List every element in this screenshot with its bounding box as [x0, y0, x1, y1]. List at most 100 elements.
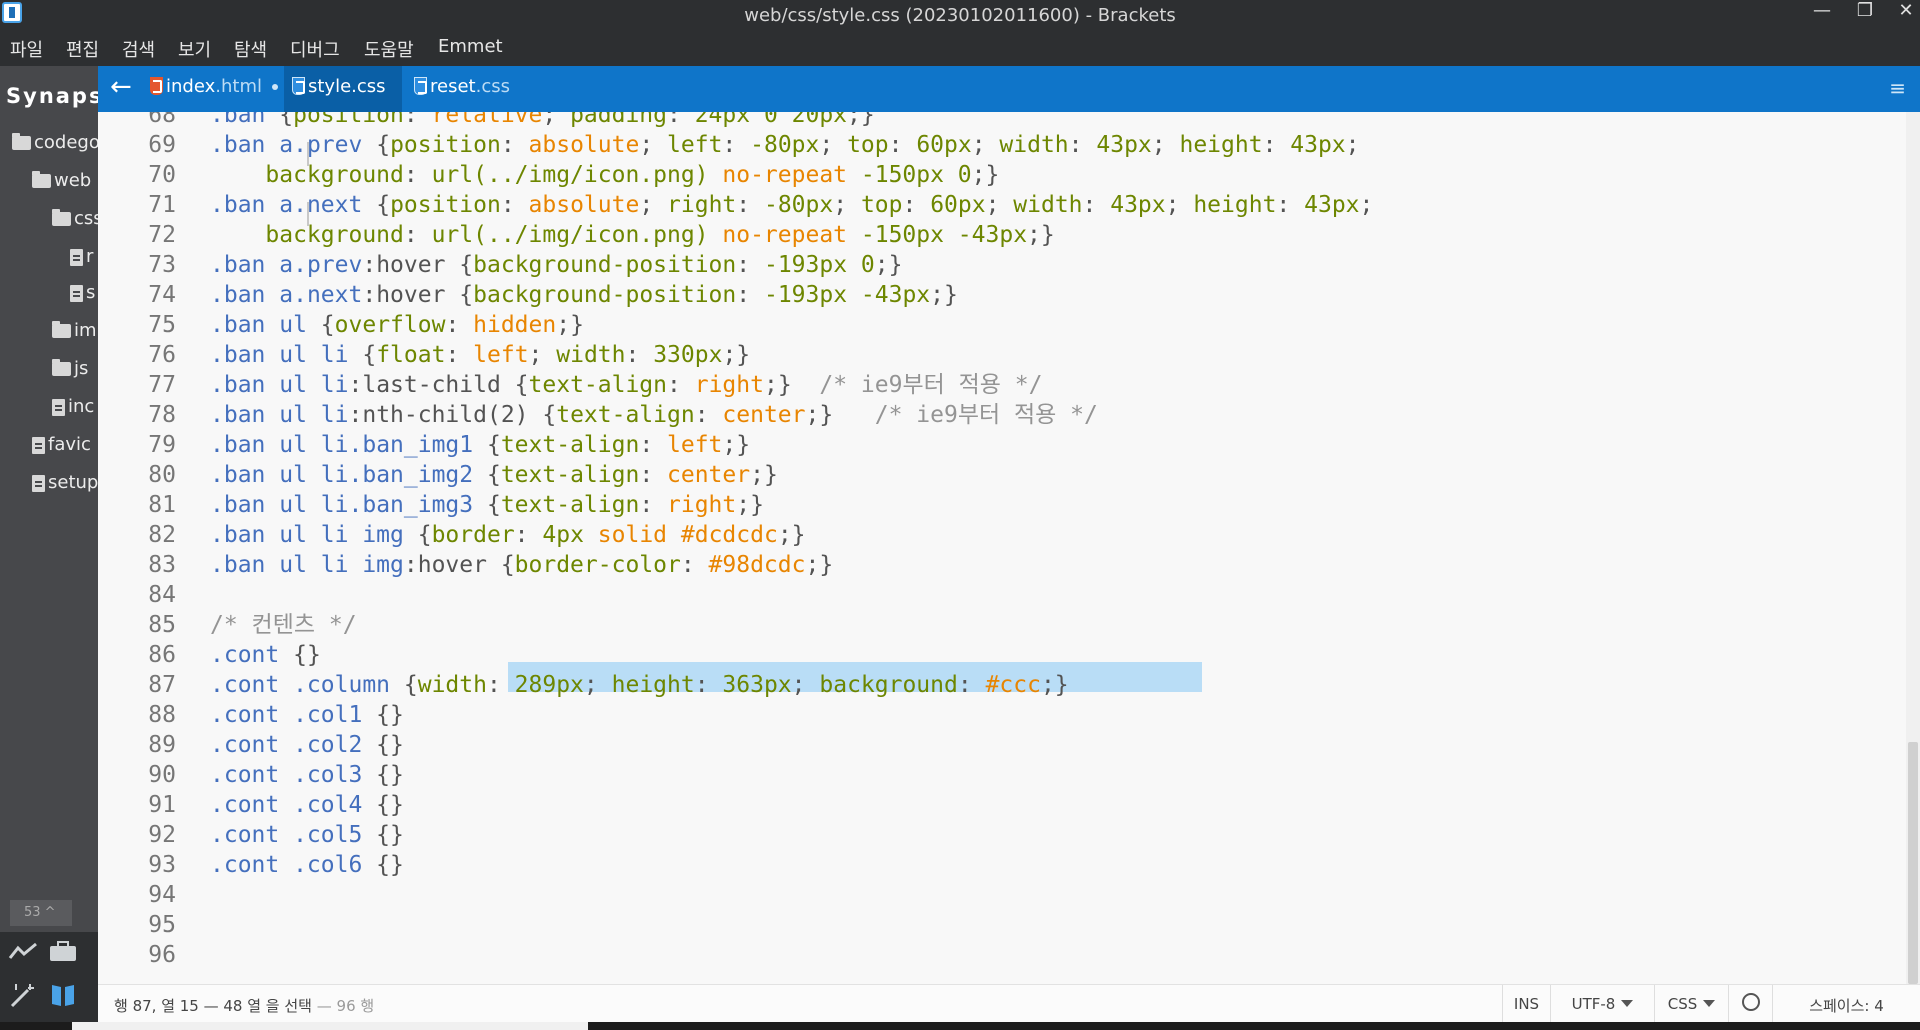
code-line: 86 .cont {} [98, 640, 1878, 670]
menu-file[interactable]: 파일 [10, 36, 43, 62]
menu-navigate[interactable]: 탐색 [234, 36, 267, 62]
code-token: height [611, 672, 695, 698]
code-token: { [528, 402, 557, 428]
code-token: center [667, 462, 751, 488]
code-token: relative [431, 112, 543, 128]
code-text: .ban ul li img {border: 4px solid #dcdcd… [210, 520, 806, 550]
book-icon[interactable] [48, 982, 78, 1014]
encoding-select[interactable]: UTF-8 [1550, 985, 1654, 1023]
code-token: { [348, 342, 377, 368]
tree-folder-img[interactable]: im [52, 320, 97, 341]
code-token: position [390, 132, 501, 158]
file-icon [52, 398, 65, 416]
menu-emmet[interactable]: Emmet [438, 36, 503, 57]
code-token: ;} [874, 252, 903, 278]
code-token: : [667, 372, 695, 398]
code-line: 87 .cont .column {width: 289px; height: 3… [98, 670, 1878, 700]
menu-search[interactable]: 검색 [122, 36, 155, 62]
menu-view[interactable]: 보기 [178, 36, 211, 62]
tab-index-html[interactable]: index.html [142, 66, 282, 112]
code-token: .next [293, 282, 363, 308]
code-token: border [431, 522, 515, 548]
project-title[interactable]: Synapse [6, 84, 98, 108]
menu-help[interactable]: 도움말 [364, 36, 414, 62]
tab-style-css[interactable]: style.css [284, 66, 402, 112]
lint-status[interactable] [1728, 985, 1772, 1023]
code-token: .ban [210, 312, 280, 338]
code-token: ;} [777, 522, 806, 548]
code-line: 70 background: url(../img/icon.png) no-r… [98, 160, 1878, 190]
code-token: : [500, 192, 529, 218]
code-token: .ban [210, 282, 280, 308]
code-token: /* ie9부터 적용 */ [874, 402, 1098, 428]
file-icon [32, 474, 45, 492]
tree-folder-css[interactable]: css [52, 208, 98, 229]
code-token: ul li [279, 372, 349, 398]
menu-edit[interactable]: 편집 [66, 36, 99, 62]
code-text: .ban {position: relative; padding: 24px … [210, 112, 875, 130]
code-token: ul li img [279, 522, 404, 548]
restore-button[interactable]: ❐ [1845, 0, 1885, 26]
line-number: 81 [148, 492, 176, 518]
code-token: .ban [210, 252, 280, 278]
tree-file-favicon[interactable]: favic [32, 434, 91, 455]
code-token: padding [570, 112, 667, 128]
code-token: 60px [930, 192, 986, 218]
hamburger-menu-icon[interactable]: ≡ [1889, 76, 1906, 100]
chart-icon[interactable] [8, 940, 38, 968]
tab-reset-css[interactable]: reset.css [406, 66, 516, 112]
tab-bar: ← index.html style.css reset.css ≡ [98, 66, 1920, 112]
line-number: 72 [148, 222, 176, 248]
indent-setting[interactable]: 스페이스: 4 [1772, 985, 1920, 1023]
sidebar: Synapse codego web css r s im js inc fav… [0, 66, 98, 1030]
close-button[interactable]: ✕ [1886, 0, 1920, 26]
scrollbar-thumb[interactable] [1908, 742, 1918, 984]
code-token: : [639, 492, 668, 518]
line-number: 87 [148, 672, 176, 698]
minimize-button[interactable]: — [1802, 0, 1842, 26]
code-line: 80 .ban ul li.ban_img2 {text-align: cente… [98, 460, 1878, 490]
code-token: { [362, 132, 391, 158]
code-token: .ban [210, 522, 280, 548]
menu-debug[interactable]: 디버그 [290, 36, 340, 62]
language-select[interactable]: CSS [1654, 985, 1728, 1023]
code-token: ;} [805, 552, 834, 578]
code-token: ;} [722, 342, 751, 368]
code-token: { [390, 672, 418, 698]
tree-file-index[interactable]: inc [52, 396, 94, 417]
briefcase-icon[interactable] [48, 940, 78, 968]
tree-file-style[interactable]: s [70, 282, 95, 303]
code-token: 60px [916, 132, 972, 158]
code-token: ; [639, 192, 668, 218]
back-arrow-icon[interactable]: ← [110, 72, 132, 102]
line-number: 85 [148, 612, 176, 638]
line-number: 80 [148, 462, 176, 488]
code-token: .cont .col4 [210, 792, 363, 818]
code-token: height [1179, 132, 1263, 158]
code-token: width [417, 672, 487, 698]
line-number: 95 [148, 912, 176, 938]
code-token: : [1082, 192, 1111, 218]
problems-count-badge[interactable]: 53 ^ [10, 900, 72, 926]
code-token: : [694, 672, 723, 698]
code-token: : [403, 112, 432, 128]
tree-file-reset[interactable]: r [70, 246, 93, 267]
tree-folder-codego[interactable]: codego [12, 132, 98, 153]
code-token: position [390, 192, 501, 218]
cursor-position[interactable]: 행 87, 열 15 — 48 열 을 선택 — 96 행 [114, 995, 374, 1016]
code-line: 78 .ban ul li:nth-child(2) {text-align: c… [98, 400, 1878, 430]
code-line: 84 [98, 580, 1878, 610]
code-text: .cont {} [210, 640, 321, 670]
vertical-scrollbar[interactable] [1906, 112, 1920, 984]
code-token: : [1262, 132, 1291, 158]
code-token: #98dcdc [708, 552, 806, 578]
insert-mode-toggle[interactable]: INS [1502, 985, 1550, 1023]
tree-folder-js[interactable]: js [52, 358, 88, 379]
wand-icon[interactable] [8, 982, 38, 1014]
code-editor[interactable]: 68 .ban {position: relative; padding: 24p… [98, 112, 1920, 984]
code-token: right [694, 372, 764, 398]
code-token: :hover [403, 552, 487, 578]
tree-folder-web[interactable]: web [32, 170, 91, 191]
tree-file-setup[interactable]: setup [32, 472, 98, 493]
